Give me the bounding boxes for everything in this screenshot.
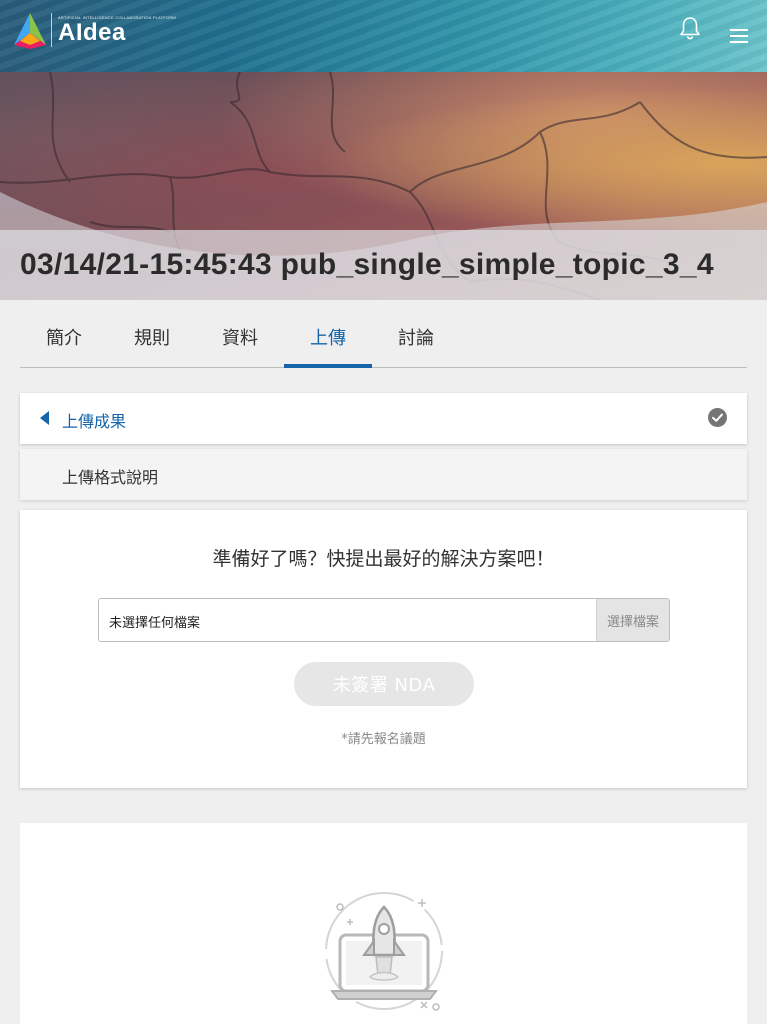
upload-format-panel-header[interactable]: 上傳格式說明	[20, 449, 747, 500]
tab-upload[interactable]: 上傳	[284, 306, 372, 368]
collapse-arrow-icon	[40, 411, 49, 425]
hero-banner: 03/14/21-15:45:43 pub_single_simple_topi…	[0, 72, 767, 300]
upload-prompt: 準備好了嗎？快提出最好的解決方案吧！	[212, 548, 555, 570]
nda-submit-button[interactable]: 未簽署 NDA	[294, 662, 474, 706]
check-circle-icon	[708, 408, 727, 427]
register-note: *請先報名議題	[341, 732, 426, 747]
upload-card: 準備好了嗎？快提出最好的解決方案吧！ 未選擇任何檔案 選擇檔案 未簽署 NDA …	[20, 510, 747, 788]
file-input[interactable]: 未選擇任何檔案 選擇檔案	[98, 598, 670, 642]
logo-mark-icon	[14, 13, 46, 49]
logo-text: ARTIFICIAL INTELLIGENCE COLLABORATION PL…	[58, 15, 176, 45]
logo-tagline: ARTIFICIAL INTELLIGENCE COLLABORATION PL…	[58, 15, 176, 20]
tab-rules[interactable]: 規則	[108, 306, 196, 367]
top-navigation-bar: ARTIFICIAL INTELLIGENCE COLLABORATION PL…	[0, 0, 767, 72]
tab-data[interactable]: 資料	[196, 306, 284, 367]
rocket-laptop-illustration-icon	[325, 892, 443, 1011]
tab-discussion[interactable]: 討論	[372, 306, 460, 367]
page-title: 03/14/21-15:45:43 pub_single_simple_topi…	[20, 248, 714, 281]
file-name-display: 未選擇任何檔案	[109, 616, 201, 631]
bell-icon[interactable]	[678, 15, 702, 41]
submissions-empty-card	[20, 823, 747, 1024]
logo-name: AIdea	[58, 19, 126, 46]
choose-file-button[interactable]: 選擇檔案	[596, 599, 669, 641]
tab-intro[interactable]: 簡介	[20, 306, 108, 367]
upload-results-label: 上傳成果	[62, 412, 127, 431]
aidea-logo[interactable]: ARTIFICIAL INTELLIGENCE COLLABORATION PL…	[12, 11, 176, 49]
hamburger-menu-icon[interactable]	[728, 26, 750, 44]
tab-bar: 簡介 規則 資料 上傳 討論	[20, 306, 747, 368]
logo-divider	[51, 13, 52, 47]
upload-results-panel-header[interactable]: 上傳成果	[20, 393, 747, 444]
upload-format-label: 上傳格式說明	[62, 468, 159, 487]
